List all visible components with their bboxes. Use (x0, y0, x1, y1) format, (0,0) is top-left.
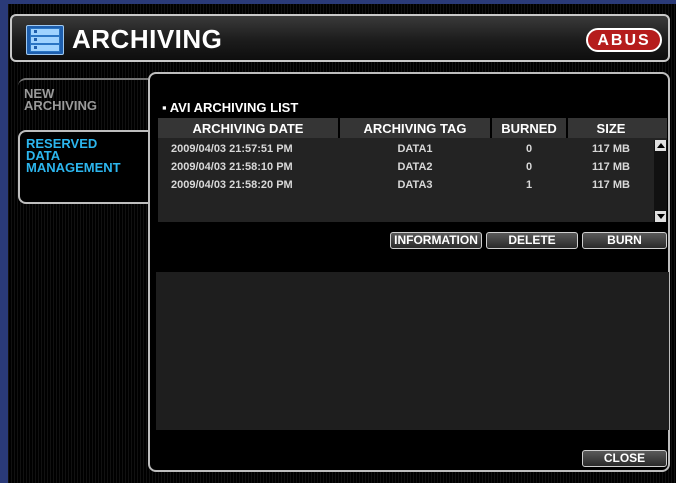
archiving-window: ARCHIVING ABUS NEW ARCHIVING RESERVED DA… (8, 4, 676, 483)
section-title: ▪ AVI ARCHIVING LIST (162, 100, 299, 115)
cell-size: 117 MB (592, 143, 630, 155)
list-row[interactable]: 2009/04/03 21:58:10 PM DATA2 0 117 MB (158, 158, 654, 176)
information-display-area (156, 272, 669, 430)
tab-reserved-data-management[interactable]: RESERVED DATA MANAGEMENT (18, 130, 148, 204)
cell-tag: DATA2 (397, 161, 433, 173)
archiving-list[interactable]: ARCHIVING DATE ARCHIVING TAG BURNED SIZE… (158, 118, 667, 222)
archive-list-icon (26, 25, 64, 55)
main-panel: ▪ AVI ARCHIVING LIST ARCHIVING DATE ARCH… (148, 72, 670, 472)
list-rows: 2009/04/03 21:57:51 PM DATA1 0 117 MB 20… (158, 140, 654, 194)
burn-button[interactable]: BURN (582, 232, 667, 249)
window-title: ARCHIVING (72, 24, 223, 54)
cell-date: 2009/04/03 21:58:20 PM (171, 179, 293, 191)
cell-date: 2009/04/03 21:57:51 PM (171, 143, 293, 155)
cell-tag: DATA1 (397, 143, 433, 155)
tab-label-line: MANAGEMENT (26, 160, 121, 175)
column-header-burned[interactable]: BURNED (492, 121, 566, 136)
cell-burned: 0 (525, 143, 533, 155)
scroll-down-arrow-icon (657, 214, 665, 219)
cell-burned: 0 (525, 161, 533, 173)
list-row[interactable]: 2009/04/03 21:57:51 PM DATA1 0 117 MB (158, 140, 654, 158)
list-header: ARCHIVING DATE ARCHIVING TAG BURNED SIZE (158, 118, 667, 138)
scroll-down-button[interactable] (655, 211, 666, 222)
abus-logo: ABUS (586, 28, 662, 52)
column-header-date[interactable]: ARCHIVING DATE (158, 121, 338, 136)
cell-size: 117 MB (592, 179, 630, 191)
title-bar: ARCHIVING ABUS (10, 14, 670, 62)
list-scrollbar[interactable] (654, 140, 667, 222)
cell-tag: DATA3 (397, 179, 433, 191)
tab-label-line: ARCHIVING (24, 98, 97, 113)
tab-new-archiving[interactable]: NEW ARCHIVING (18, 82, 148, 134)
cell-size: 117 MB (592, 161, 630, 173)
column-header-tag[interactable]: ARCHIVING TAG (340, 121, 490, 136)
cell-date: 2009/04/03 21:58:10 PM (171, 161, 293, 173)
delete-button[interactable]: DELETE (486, 232, 578, 249)
cell-burned: 1 (525, 179, 533, 191)
column-header-size[interactable]: SIZE (568, 121, 654, 136)
list-row[interactable]: 2009/04/03 21:58:20 PM DATA3 1 117 MB (158, 176, 654, 194)
close-button[interactable]: CLOSE (582, 450, 667, 467)
scroll-up-arrow-icon (657, 143, 665, 148)
scroll-up-button[interactable] (655, 140, 666, 151)
information-button[interactable]: INFORMATION (390, 232, 482, 249)
